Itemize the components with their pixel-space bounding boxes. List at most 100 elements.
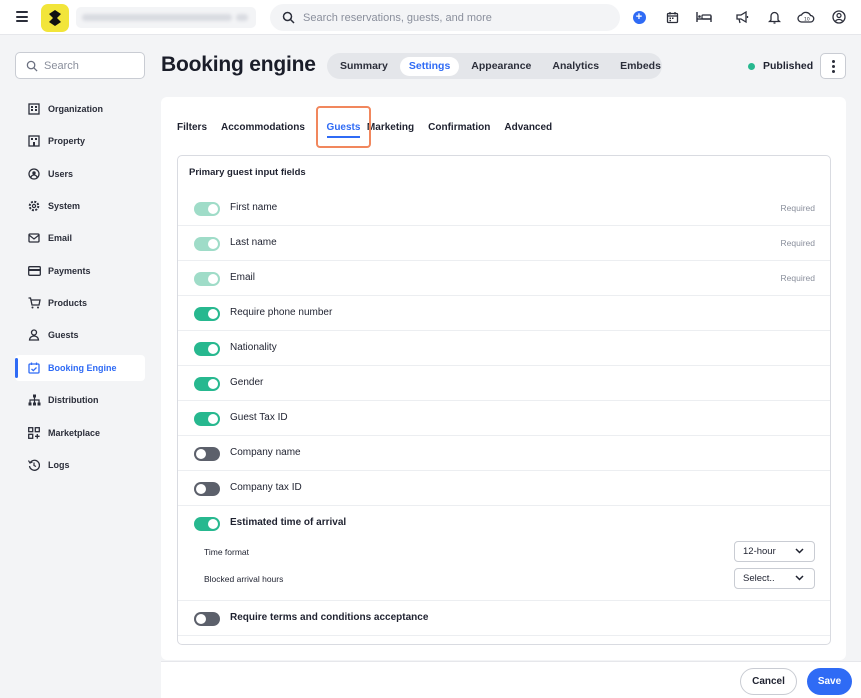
field-row-guest-tax-id: Guest Tax ID (178, 401, 830, 436)
toggle-gender[interactable] (194, 377, 220, 391)
settings-card: Filters Accommodations Marketing Confirm… (161, 97, 846, 660)
tab-summary[interactable]: Summary (331, 57, 397, 76)
search-icon (26, 60, 38, 72)
field-label: Require phone number (230, 307, 333, 318)
toggle-company-name[interactable] (194, 447, 220, 461)
sidebar-item-users[interactable]: Users (15, 161, 145, 187)
field-row-gender: Gender (178, 366, 830, 401)
subtab-bar: Filters Accommodations Marketing Confirm… (177, 107, 566, 147)
bed-icon[interactable] (695, 8, 713, 26)
guest-icon (27, 328, 41, 342)
required-badge: Required (780, 273, 816, 283)
field-label: First name (230, 202, 278, 213)
account-icon[interactable] (830, 8, 848, 26)
cancel-button[interactable]: Cancel (740, 668, 797, 695)
required-badge: Required (780, 203, 816, 213)
sidebar-item-label: Booking Engine (48, 363, 117, 373)
toggle-eta[interactable] (194, 517, 220, 531)
tab-embeds[interactable]: Embeds (611, 57, 670, 76)
subtab-filters[interactable]: Filters (177, 122, 207, 133)
toggle-first-name (194, 202, 220, 216)
sidebar-item-label: Users (48, 169, 74, 179)
toggle-guest-tax-id[interactable] (194, 412, 220, 426)
more-options-button[interactable] (820, 53, 846, 79)
toggle-email (194, 272, 220, 286)
guest-fields-panel: Primary guest input fields First name Re… (177, 155, 831, 645)
page-title: Booking engine (161, 53, 316, 76)
toggle-last-name (194, 237, 220, 251)
bell-icon[interactable] (765, 8, 783, 26)
field-row-email: Email Required (178, 261, 830, 296)
sidebar-item-booking-engine[interactable]: Booking Engine (15, 355, 145, 381)
tab-appearance[interactable]: Appearance (462, 57, 540, 76)
toggle-nationality[interactable] (194, 342, 220, 356)
save-button[interactable]: Save (807, 668, 852, 695)
sidebar-item-guests[interactable]: Guests (15, 322, 145, 348)
subtab-confirmation[interactable]: Confirmation (428, 122, 490, 133)
building-icon (27, 102, 41, 116)
sidebar-item-organization[interactable]: Organization (15, 96, 145, 122)
sidebar-item-label: Distribution (48, 395, 99, 405)
top-bar: + 10 (0, 0, 861, 35)
svg-text:10: 10 (804, 16, 810, 22)
field-label: Gender (230, 377, 264, 388)
field-row-company-name: Company name (178, 436, 830, 471)
section-title: Primary guest input fields (189, 167, 306, 178)
field-label: Email (230, 272, 256, 283)
field-label: Company tax ID (230, 482, 302, 493)
status-badge: Published (748, 60, 813, 72)
subtab-marketing[interactable]: Marketing (367, 122, 414, 133)
cart-icon (27, 296, 41, 310)
calendar-icon[interactable] (663, 8, 681, 26)
menu-icon[interactable] (16, 11, 28, 23)
field-row-last-name: Last name Required (178, 226, 830, 261)
sidebar-item-marketplace[interactable]: Marketplace (15, 420, 145, 446)
global-search[interactable] (270, 4, 620, 31)
time-format-value: 12-hour (743, 546, 776, 557)
toggle-phone[interactable] (194, 307, 220, 321)
sidebar-item-logs[interactable]: Logs (15, 452, 145, 478)
app-logo[interactable] (41, 4, 69, 32)
blocked-hours-select[interactable]: Select.. (734, 568, 815, 589)
sidebar-item-label: Email (48, 233, 73, 243)
sidebar-search[interactable] (15, 52, 145, 79)
field-row-first-name: First name Required (178, 191, 830, 226)
search-icon (282, 11, 295, 24)
subtab-advanced[interactable]: Advanced (504, 122, 552, 133)
toggle-terms[interactable] (194, 612, 220, 626)
toggle-company-tax-id[interactable] (194, 482, 220, 496)
time-format-select[interactable]: 12-hour (734, 541, 815, 562)
megaphone-icon[interactable] (733, 8, 751, 26)
sidebar-item-label: Guests (48, 330, 79, 340)
blocked-hours-value: Select.. (743, 573, 775, 584)
sidebar-item-email[interactable]: Email (15, 225, 145, 251)
sidebar-item-system[interactable]: System (15, 193, 145, 219)
sidebar-item-label: Organization (48, 104, 104, 114)
subtab-guests[interactable]: Guests (316, 106, 371, 148)
chevron-down-icon (795, 575, 804, 581)
subtab-guests-label: Guests (326, 122, 361, 138)
sidebar-item-products[interactable]: Products (15, 290, 145, 316)
tab-analytics[interactable]: Analytics (543, 57, 608, 76)
property-selector[interactable] (76, 7, 256, 28)
status-label: Published (763, 60, 814, 72)
sidebar-item-distribution[interactable]: Distribution (15, 387, 145, 413)
field-row-terms: Require terms and conditions acceptance (178, 601, 830, 636)
booking-icon (27, 361, 41, 375)
sidebar-item-label: Logs (48, 460, 70, 470)
time-format-label: Time format (204, 547, 250, 557)
sidebar-search-input[interactable] (44, 59, 134, 72)
status-dot (748, 62, 755, 70)
add-icon[interactable]: + (630, 8, 648, 26)
sidebar-item-payments[interactable]: Payments (15, 258, 145, 284)
field-label: Company name (230, 447, 301, 458)
sidebar-item-property[interactable]: Property (15, 128, 145, 154)
cloud-icon[interactable]: 10 (797, 8, 815, 26)
sidebar-item-label: Marketplace (48, 428, 101, 438)
subtab-accommodations[interactable]: Accommodations (221, 122, 305, 133)
sidebar-item-label: Property (48, 136, 86, 146)
sidebar-item-label: Products (48, 298, 88, 308)
marketplace-icon (27, 426, 41, 440)
tab-settings[interactable]: Settings (399, 56, 460, 76)
global-search-input[interactable] (303, 11, 603, 24)
